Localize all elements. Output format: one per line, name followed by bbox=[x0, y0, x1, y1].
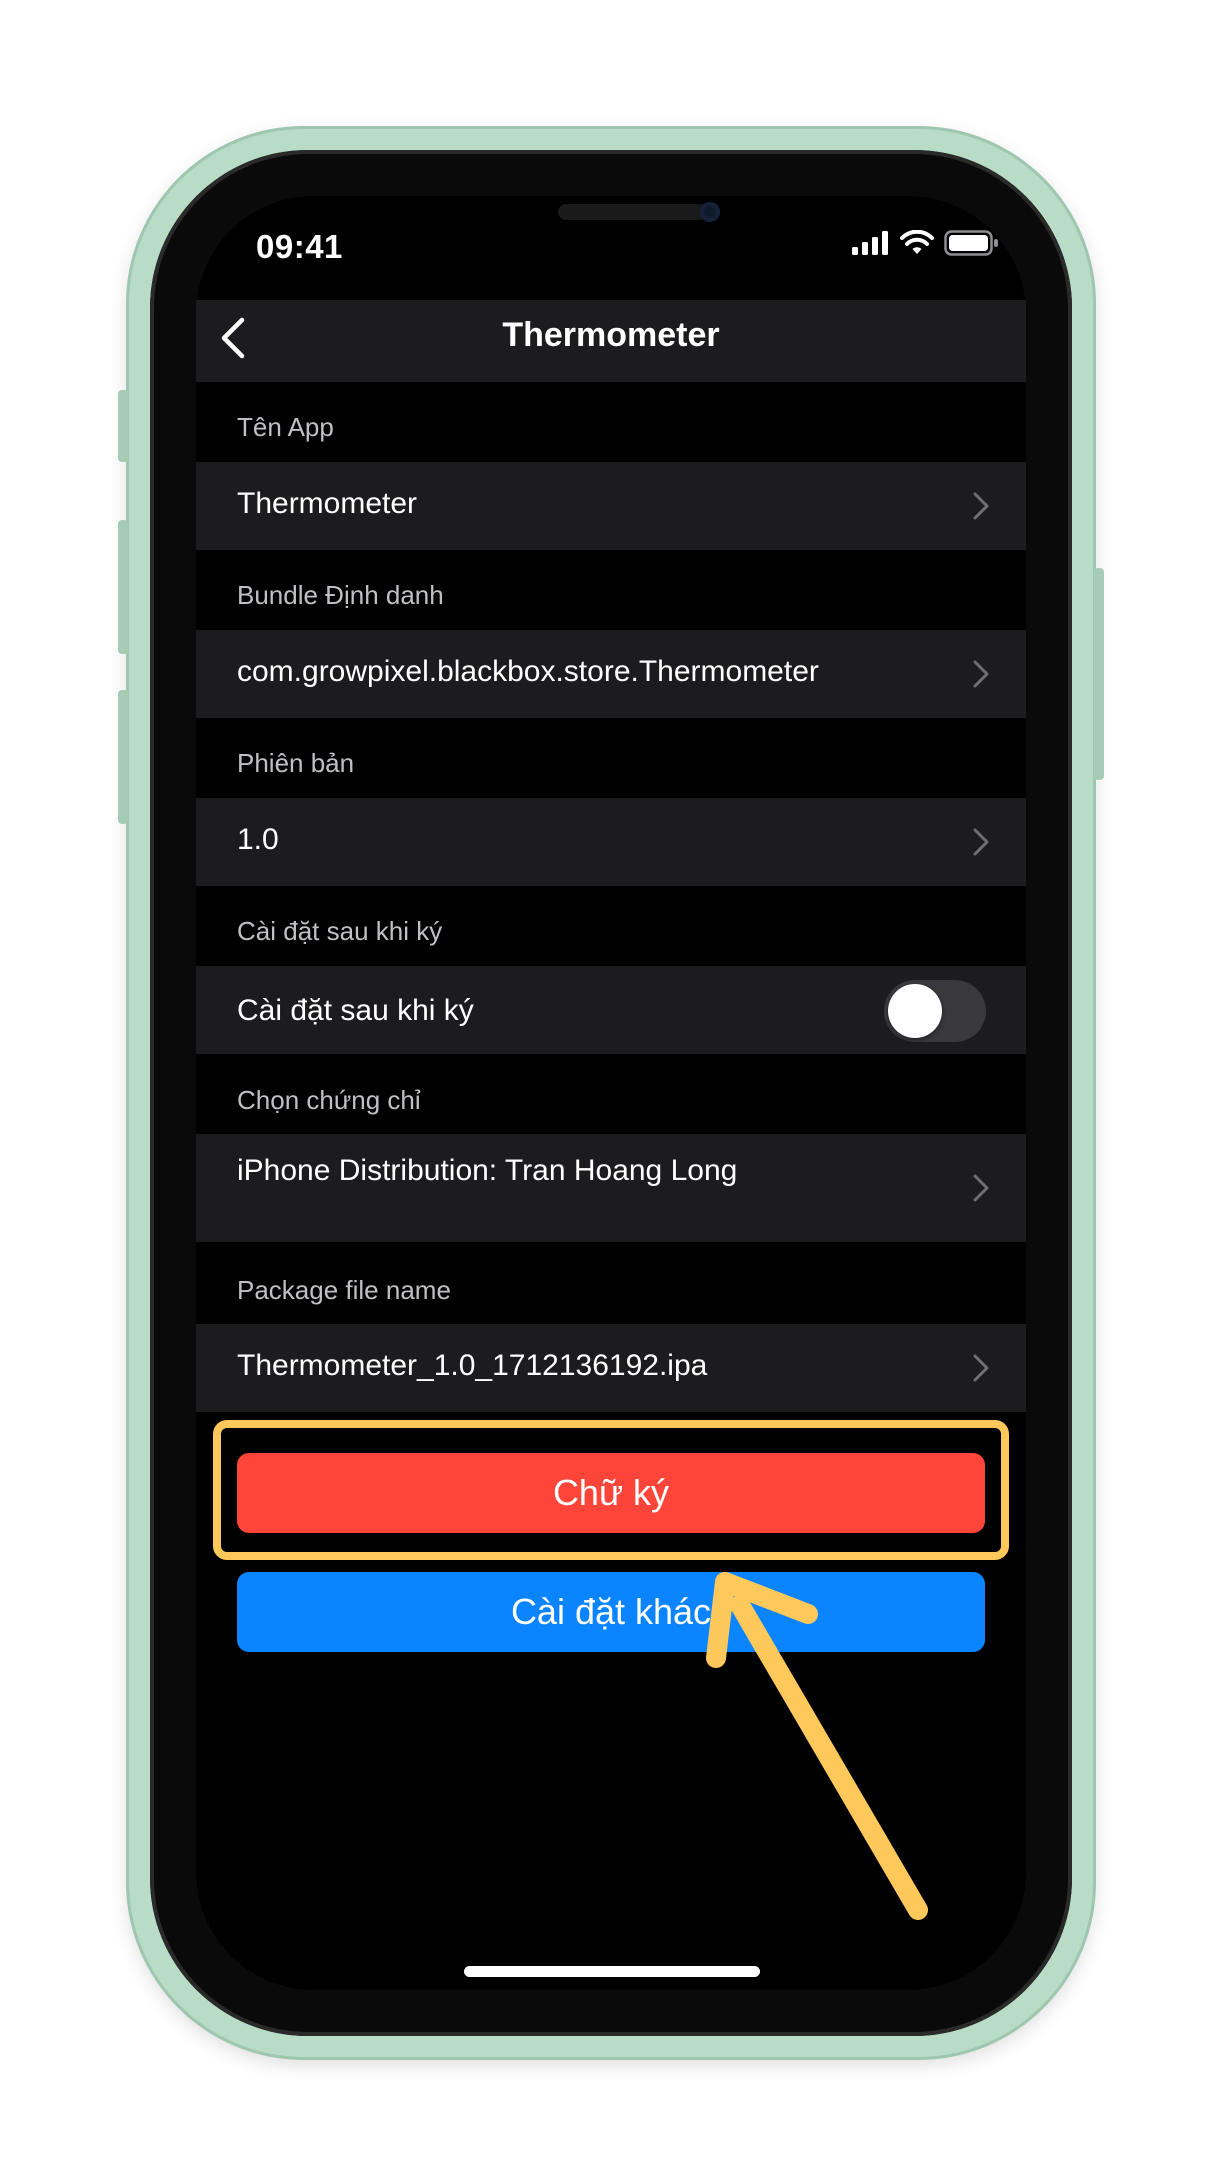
power-button bbox=[1094, 568, 1104, 780]
section-label-package-file-name: Package file name bbox=[237, 1275, 451, 1305]
install-after-sign-text: Cài đặt sau khi ký bbox=[237, 994, 474, 1027]
section-label-install-after-sign: Cài đặt sau khi ký bbox=[237, 916, 443, 946]
chevron-right-icon bbox=[973, 660, 989, 688]
wifi-icon bbox=[900, 230, 934, 254]
certificate-row[interactable]: iPhone Distribution: Tran Hoang Long bbox=[196, 1134, 1026, 1242]
chevron-right-icon bbox=[973, 1354, 989, 1382]
status-time: 09:41 bbox=[256, 228, 343, 265]
bundle-id-row[interactable]: com.growpixel.blackbox.store.Thermometer bbox=[196, 630, 1026, 718]
app-name-row[interactable]: Thermometer bbox=[196, 462, 1026, 550]
package-file-name-row[interactable]: Thermometer_1.0_1712136192.ipa bbox=[196, 1324, 1026, 1412]
chevron-right-icon bbox=[973, 828, 989, 856]
section-label-version: Phiên bản bbox=[237, 748, 355, 778]
volume-down-button bbox=[118, 690, 128, 824]
status-icons bbox=[852, 230, 1000, 256]
chevron-right-icon bbox=[973, 492, 989, 520]
chevron-right-icon bbox=[973, 1174, 989, 1202]
install-after-sign-row: Cài đặt sau khi ký bbox=[196, 966, 1026, 1054]
section-label-bundle-id: Bundle Định danh bbox=[237, 580, 444, 610]
page-title: Thermometer bbox=[502, 316, 720, 354]
home-indicator[interactable] bbox=[464, 1966, 760, 1977]
section-label-certificate: Chọn chứng chỉ bbox=[237, 1085, 421, 1115]
certificate-value: iPhone Distribution: Tran Hoang Long bbox=[237, 1154, 738, 1187]
install-after-sign-toggle[interactable] bbox=[884, 980, 986, 1042]
battery-icon bbox=[944, 230, 998, 256]
toggle-knob bbox=[888, 984, 942, 1038]
bundle-id-value: com.growpixel.blackbox.store.Thermometer bbox=[237, 655, 819, 688]
sign-button[interactable]: Chữ ký bbox=[237, 1453, 985, 1533]
volume-up-button bbox=[118, 520, 128, 654]
signal-icon bbox=[852, 231, 888, 255]
speaker-grille bbox=[558, 204, 708, 220]
front-camera bbox=[700, 202, 720, 222]
section-label-app-name: Tên App bbox=[237, 412, 334, 442]
mute-switch bbox=[118, 390, 128, 462]
version-row[interactable]: 1.0 bbox=[196, 798, 1026, 886]
other-install-button[interactable]: Cài đặt khác bbox=[237, 1572, 985, 1652]
app-name-value: Thermometer bbox=[237, 487, 418, 520]
version-value: 1.0 bbox=[237, 823, 279, 856]
package-file-name-value: Thermometer_1.0_1712136192.ipa bbox=[237, 1349, 708, 1382]
